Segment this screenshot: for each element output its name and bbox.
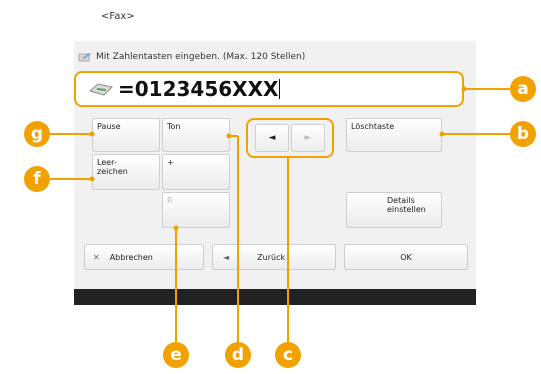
callout-e: e bbox=[163, 342, 189, 368]
back-label: Zurück bbox=[257, 252, 286, 262]
cursor-right-button[interactable]: ► bbox=[291, 124, 325, 152]
r-label: R bbox=[167, 196, 173, 205]
screen-label: <Fax> bbox=[101, 11, 135, 22]
dialog-title-text: Mit Zahlentasten eingeben. (Max. 120 Ste… bbox=[96, 52, 306, 62]
fax-icon bbox=[88, 83, 114, 96]
space-button[interactable]: Leer- zeichen bbox=[92, 154, 160, 190]
arrow-right-icon: ► bbox=[304, 133, 312, 143]
fax-number-field[interactable]: =0123456XXX bbox=[88, 76, 448, 102]
cursor-left-button[interactable]: ◄ bbox=[255, 124, 289, 152]
ton-label: Ton bbox=[167, 122, 181, 131]
arrow-left-icon: ◄ bbox=[268, 133, 276, 143]
pause-button[interactable]: Pause bbox=[92, 118, 160, 152]
text-cursor bbox=[279, 79, 281, 99]
pause-label: Pause bbox=[97, 122, 121, 131]
details-label: Details einstellen bbox=[387, 196, 426, 215]
callout-a: a bbox=[510, 76, 536, 102]
callout-c: c bbox=[275, 342, 301, 368]
back-button[interactable]: ◄ Zurück bbox=[212, 244, 336, 270]
callout-d: d bbox=[225, 342, 251, 368]
details-settings-button[interactable]: Details einstellen bbox=[346, 192, 442, 228]
delete-button[interactable]: Löschtaste bbox=[346, 118, 442, 152]
plus-button[interactable]: + bbox=[162, 154, 230, 190]
status-bar bbox=[74, 289, 476, 305]
plus-label: + bbox=[167, 158, 174, 167]
space-label: Leer- zeichen bbox=[97, 158, 128, 177]
ton-button[interactable]: Ton bbox=[162, 118, 230, 152]
dialog-title: Mit Zahlentasten eingeben. (Max. 120 Ste… bbox=[78, 52, 305, 62]
ok-button[interactable]: OK bbox=[344, 244, 468, 270]
r-button[interactable]: R bbox=[162, 192, 230, 228]
callout-b: b bbox=[510, 121, 536, 147]
cancel-label: Abbrechen bbox=[109, 252, 153, 262]
ok-label: OK bbox=[400, 252, 412, 262]
delete-label: Löschtaste bbox=[351, 122, 395, 131]
cancel-button[interactable]: ✕ Abbrechen bbox=[84, 244, 204, 270]
close-icon: ✕ bbox=[93, 252, 100, 262]
fax-number-value: =0123456XXX bbox=[118, 77, 279, 101]
back-arrow-icon: ◄ bbox=[223, 252, 230, 262]
callout-f: f bbox=[24, 166, 50, 192]
callout-g: g bbox=[24, 121, 50, 147]
edit-pen-icon bbox=[78, 53, 91, 62]
